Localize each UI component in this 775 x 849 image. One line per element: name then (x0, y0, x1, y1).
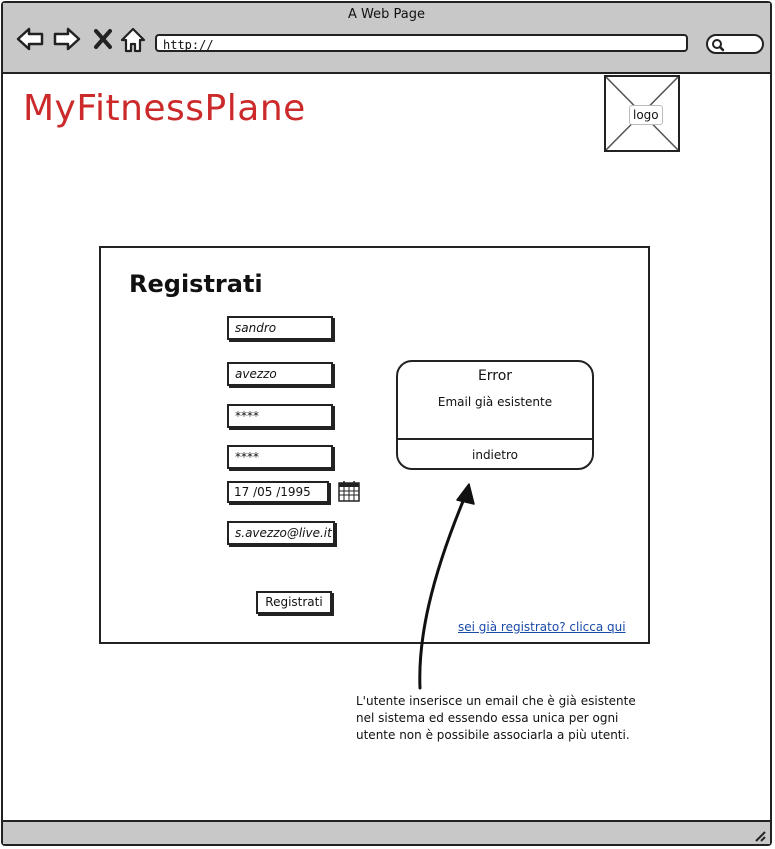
logo-label: logo (629, 105, 663, 125)
last-name-field[interactable]: avezzo (227, 362, 333, 386)
confirm-password-field[interactable]: **** (227, 445, 333, 469)
status-bar (3, 820, 770, 844)
error-title: Error (477, 368, 513, 384)
first-name-field[interactable]: sandro (227, 316, 333, 340)
email-field[interactable]: s.avezzo@live.it (227, 521, 335, 545)
url-input[interactable]: http:// (155, 34, 688, 52)
search-input[interactable] (706, 34, 764, 54)
registration-title: Registrati (129, 270, 263, 298)
password-field[interactable]: **** (227, 404, 333, 428)
login-link[interactable]: sei già registrato? clicca qui (458, 620, 626, 634)
birth-date-field[interactable]: 17 /05 /1995 (227, 481, 329, 503)
brand-title: MyFitnessPlane (23, 88, 306, 129)
window-title: A Web Page (348, 7, 425, 22)
resize-grip-icon[interactable] (754, 830, 766, 842)
browser-toolbar: A Web Page http:// (3, 3, 770, 74)
back-arrow-icon[interactable] (15, 27, 45, 51)
close-x-icon[interactable] (92, 27, 114, 51)
home-icon[interactable] (120, 27, 146, 53)
dialog-divider (398, 438, 592, 440)
error-dialog: Error Email già esistente indietro (396, 360, 594, 470)
search-icon (712, 39, 725, 52)
annotation-note: L'utente inserisce un email che è già es… (356, 694, 636, 742)
calendar-icon[interactable] (337, 479, 361, 503)
error-message: Email già esistente (437, 395, 553, 409)
register-button[interactable]: Registrati (256, 591, 332, 614)
forward-arrow-icon[interactable] (52, 27, 82, 51)
back-button[interactable]: indietro (398, 448, 592, 462)
logo-placeholder: logo (604, 75, 680, 152)
